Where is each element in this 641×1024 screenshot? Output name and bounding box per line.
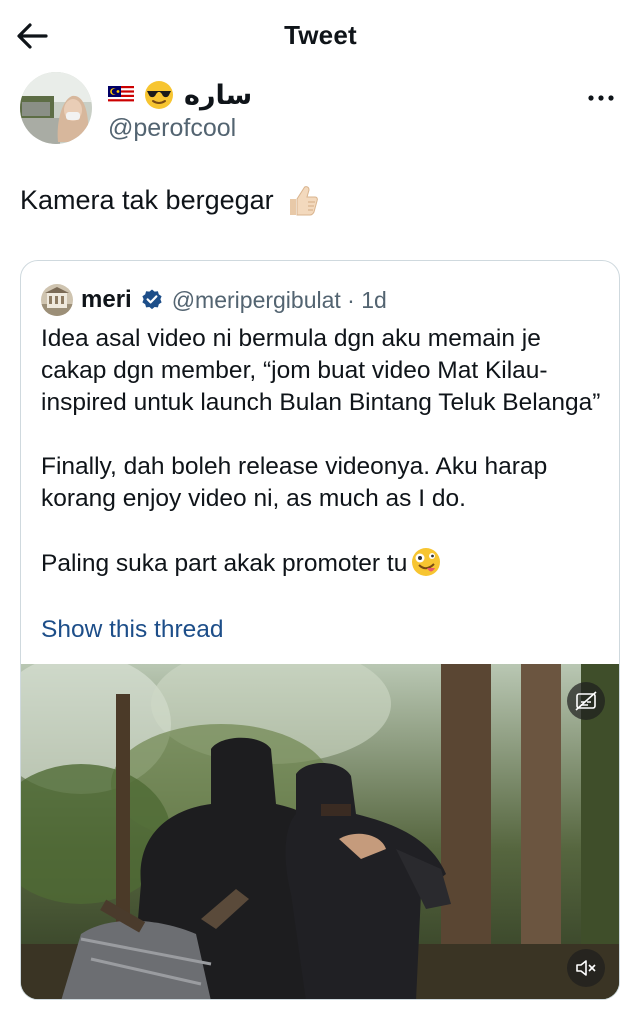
display-name[interactable]: ساره (184, 80, 252, 111)
quoted-avatar[interactable] (41, 284, 73, 316)
tweet-text-body: Kamera tak bergegar (20, 184, 274, 215)
top-bar: Tweet (0, 0, 641, 72)
quoted-paragraph: Paling suka part akak promoter tu (41, 550, 408, 577)
quoted-tweet-card[interactable]: meri @meripergibulat · 1d Idea asal vide… (20, 260, 620, 1000)
malaysia-flag-icon (108, 86, 134, 104)
captions-button[interactable] (567, 682, 605, 720)
quoted-display-name[interactable]: meri (81, 286, 132, 314)
zany-face-icon (412, 548, 441, 576)
more-horizontal-icon (588, 95, 614, 101)
avatar[interactable] (20, 72, 92, 144)
volume-muted-icon (576, 960, 596, 976)
quoted-handle-time[interactable]: @meripergibulat · 1d (172, 287, 387, 314)
quoted-paragraph-last: Paling suka part akak promoter tu (41, 547, 601, 580)
more-options-button[interactable] (581, 86, 621, 110)
video-frame (21, 664, 619, 999)
tweet-text: Kamera tak bergegar (20, 182, 320, 218)
captions-off-icon (575, 691, 597, 711)
page-title: Tweet (284, 20, 357, 50)
user-handle[interactable]: @perofcool (108, 114, 252, 143)
show-thread-link[interactable]: Show this thread (41, 616, 224, 644)
video-player[interactable] (21, 664, 619, 999)
mute-button[interactable] (567, 949, 605, 987)
thumbs-up-icon (289, 186, 318, 216)
verified-badge-icon (142, 289, 162, 310)
sunglasses-face-icon (145, 81, 173, 109)
quoted-tweet-text: Idea asal video ni bermula dgn aku memai… (41, 323, 601, 580)
quoted-paragraph: Finally, dah boleh release videonya. Aku… (41, 453, 548, 512)
tweet-author: ساره @perofcool (20, 72, 621, 152)
quoted-paragraph: Idea asal video ni bermula dgn aku memai… (41, 325, 601, 416)
